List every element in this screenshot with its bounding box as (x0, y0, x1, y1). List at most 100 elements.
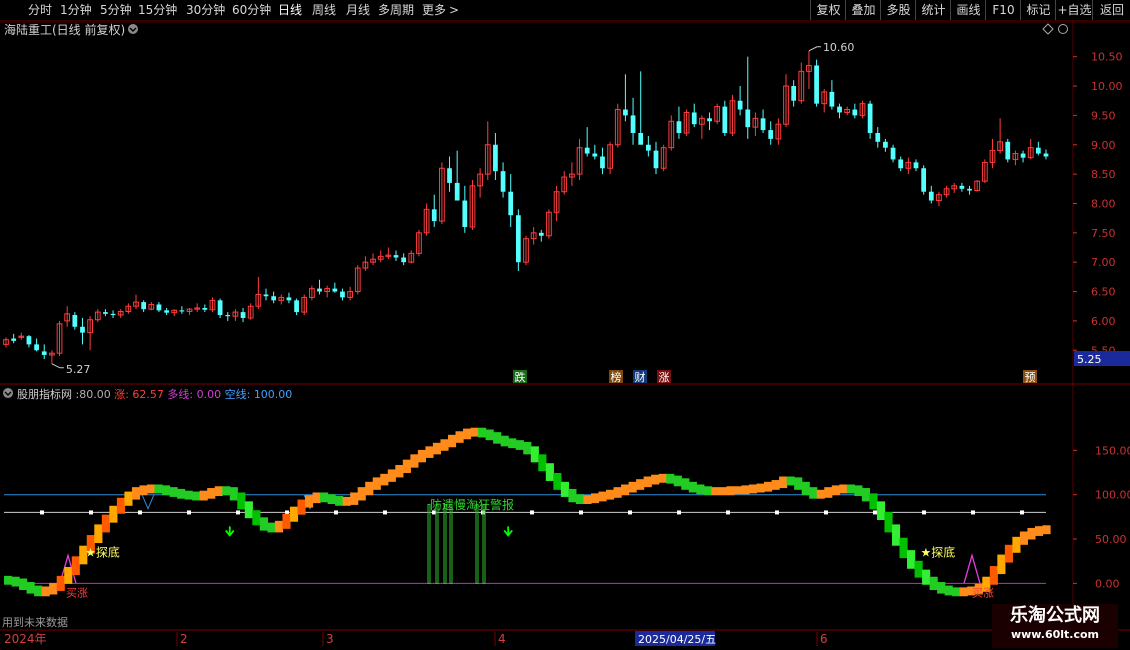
candle-body (814, 65, 819, 104)
candle-body (852, 109, 858, 116)
ref-dot (334, 510, 338, 515)
band-segment (839, 484, 848, 494)
toolbar-button-1[interactable]: 叠加 (845, 0, 881, 20)
band-segment (312, 492, 321, 504)
period-8[interactable]: 月线 (346, 2, 370, 18)
more-chevron-icon[interactable]: > (449, 2, 459, 18)
period-9[interactable]: 多周期 (378, 2, 414, 18)
candle (668, 115, 675, 151)
chart-area[interactable]: 海陆重工(日线 前复权) 10.50 10.00 9.50 9.00 8.50 8.00 7.… (0, 20, 1130, 650)
watermark-name: 乐淘公式网 (1010, 605, 1100, 626)
candle (576, 138, 583, 180)
band-segment (944, 585, 953, 596)
candle (523, 235, 529, 266)
candle (974, 179, 981, 192)
candle-body (240, 312, 246, 318)
ref-dot (971, 510, 975, 515)
candle-body (286, 297, 292, 301)
band-segment (937, 582, 946, 594)
candle (844, 106, 851, 116)
candle (202, 304, 208, 313)
month-label-3: 6 (820, 632, 828, 646)
event-marker-3[interactable]: 涨 (657, 370, 671, 384)
candle (737, 86, 743, 116)
band-segment (907, 550, 916, 569)
toolbar-button-4[interactable]: 画线 (950, 0, 986, 20)
event-marker-0[interactable]: 跌 (513, 370, 527, 384)
period-toolbar: 分时 1分钟 5分钟 15分钟 30分钟 60分钟 日线 周线 月线 多周期 更多 > 复权 叠加 多股 统计… (0, 0, 1130, 21)
candle (691, 103, 697, 128)
band-segment (41, 586, 50, 597)
band-segment (628, 481, 637, 493)
band-segment (801, 481, 810, 496)
band-segment (590, 493, 600, 504)
band-segment (583, 495, 592, 505)
band-segment (989, 566, 998, 585)
candle (11, 333, 17, 344)
ref-dot (1020, 510, 1024, 515)
toolbar-button-8[interactable]: 返回 (1092, 0, 1130, 20)
diamond-icon[interactable] (1042, 23, 1054, 35)
toolbar-button-2[interactable]: 多股 (880, 0, 916, 20)
band-segment (621, 484, 630, 496)
period-3[interactable]: 15分钟 (138, 2, 177, 18)
event-marker-text: 财 (635, 370, 646, 384)
candle-body (179, 310, 185, 312)
band-segment (357, 487, 366, 501)
candle (439, 162, 445, 225)
candle (34, 338, 39, 352)
event-marker-2[interactable]: 财 (633, 370, 647, 384)
toolbar-button-5[interactable]: F10 (985, 0, 1021, 20)
month-label-2: 4 (498, 632, 506, 646)
toolbar-button-6[interactable]: 标记 (1020, 0, 1056, 20)
candle-body (890, 147, 896, 160)
band-segment (508, 438, 517, 449)
cursor-date-label: 2025/04/25/五 (638, 633, 716, 646)
band-segment (470, 427, 479, 437)
high-label: 10.60 (823, 41, 855, 54)
period-5[interactable]: 60分钟 (232, 2, 271, 18)
band-segment (1004, 544, 1013, 563)
band-segment (214, 486, 223, 497)
candle (87, 316, 93, 351)
toolbar-button-7[interactable]: +自选 (1055, 0, 1093, 20)
candle (959, 182, 965, 192)
toolbar-button-3[interactable]: 统计 (915, 0, 951, 20)
event-marker-4[interactable]: 预 (1023, 370, 1037, 384)
ref-dot (775, 510, 779, 515)
period-1[interactable]: 1分钟 (60, 2, 92, 18)
title-dropdown-icon[interactable] (128, 24, 138, 34)
indicator-dropdown-icon[interactable] (3, 388, 13, 398)
candle (981, 159, 988, 183)
period-7[interactable]: 周线 (312, 2, 336, 18)
candle-body (967, 188, 972, 191)
candle-body (584, 147, 590, 154)
event-marker-text: 预 (1025, 371, 1036, 384)
band-segment (643, 476, 652, 488)
candle (347, 286, 353, 301)
band-segment (899, 537, 908, 559)
price-tick-label-7: 7.00 (1091, 256, 1116, 269)
candle-body (837, 106, 842, 113)
period-4[interactable]: 30分钟 (186, 2, 225, 18)
toolbar-button-0[interactable]: 复权 (810, 0, 846, 20)
candle (309, 285, 315, 301)
period-10[interactable]: 更多 (422, 2, 446, 18)
circle-icon[interactable] (1058, 24, 1068, 34)
period-6[interactable]: 日线 (278, 2, 302, 18)
buy-label-0: 买涨 (66, 587, 88, 600)
candle-body (508, 191, 514, 216)
candle (247, 303, 254, 320)
period-2[interactable]: 5分钟 (100, 2, 132, 18)
ref-dot (579, 510, 583, 515)
candle (286, 292, 292, 304)
ref-dot (40, 510, 44, 515)
candle (117, 309, 124, 318)
price-tick-label-1: 10.00 (1091, 80, 1123, 93)
period-0[interactable]: 分时 (28, 2, 52, 18)
event-marker-1[interactable]: 榜 (609, 370, 623, 384)
band-segment (297, 499, 306, 515)
candle (324, 285, 331, 298)
band-segment (410, 454, 419, 468)
candle (614, 103, 621, 148)
